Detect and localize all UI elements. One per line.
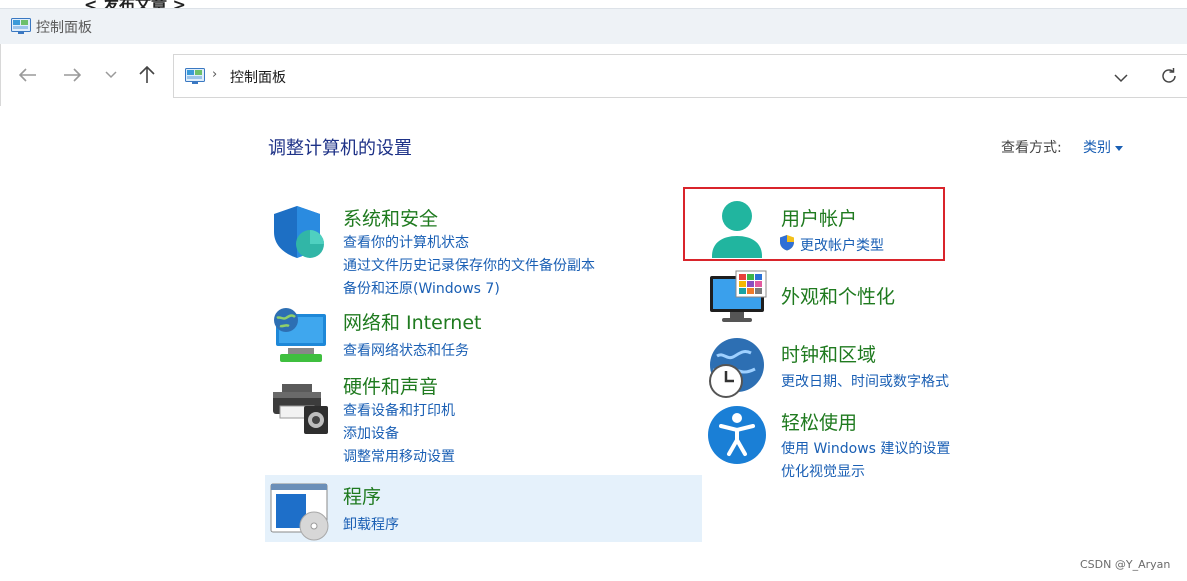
control-panel-icon — [185, 68, 205, 88]
programs-disc-icon[interactable] — [270, 482, 332, 546]
view-by-value[interactable]: 类别 — [1083, 140, 1111, 156]
recent-locations-chevron-icon[interactable] — [97, 61, 125, 89]
watermark: CSDN @Y_Aryan — [1080, 558, 1171, 571]
category-title[interactable]: 网络和 Internet — [343, 308, 481, 335]
dropdown-caret-icon[interactable] — [1115, 145, 1123, 151]
category-link[interactable]: 查看你的计算机状态 — [343, 232, 469, 252]
category-title[interactable]: 系统和安全 — [343, 204, 438, 231]
category-link[interactable]: 使用 Windows 建议的设置 — [781, 438, 950, 458]
background-window-strip: < 发布文章 > — [0, 0, 1187, 8]
view-by-dropdown[interactable]: 类别 — [1083, 137, 1123, 157]
category-link[interactable]: 优化视觉显示 — [781, 461, 865, 481]
category-title[interactable]: 时钟和区域 — [781, 340, 876, 367]
control-panel-content: 调整计算机的设置 查看方式: 类别 系统和安全 查看你的计算机状态 通过文件历史… — [0, 106, 1187, 581]
category-title[interactable]: 程序 — [343, 482, 381, 509]
printer-icon[interactable] — [270, 370, 330, 438]
category-link[interactable]: 查看网络状态和任务 — [343, 340, 469, 360]
navigation-bar: › 控制面板 — [0, 44, 1187, 106]
category-link[interactable]: 通过文件历史记录保存你的文件备份副本 — [343, 255, 595, 275]
breadcrumb-separator[interactable]: › — [212, 67, 217, 82]
refresh-icon[interactable] — [1160, 67, 1178, 89]
display-personalization-icon[interactable] — [708, 270, 768, 330]
category-title[interactable]: 外观和个性化 — [781, 282, 895, 309]
control-panel-icon — [11, 18, 31, 38]
window-title: 控制面板 — [36, 20, 92, 36]
back-arrow-icon[interactable] — [14, 61, 42, 89]
category-title[interactable]: 硬件和声音 — [343, 372, 438, 399]
view-by-label: 查看方式: — [1001, 140, 1062, 156]
address-bar[interactable]: › 控制面板 — [173, 54, 1187, 98]
category-link[interactable]: 更改日期、时间或数字格式 — [781, 371, 949, 391]
up-arrow-icon[interactable] — [133, 61, 161, 89]
category-link[interactable]: 卸载程序 — [343, 514, 399, 534]
network-globe-monitor-icon[interactable] — [270, 306, 330, 370]
category-title[interactable]: 轻松使用 — [781, 408, 857, 435]
title-bar: 控制面板 — [0, 8, 1187, 44]
category-link[interactable]: 添加设备 — [343, 423, 399, 443]
annotation-highlight-box — [683, 187, 945, 261]
address-dropdown-chevron-icon[interactable] — [1114, 68, 1128, 87]
shield-icon[interactable] — [270, 202, 330, 266]
category-link[interactable]: 调整常用移动设置 — [343, 446, 455, 466]
clock-globe-icon[interactable] — [705, 336, 769, 404]
background-article-title: < 发布文章 > — [84, 0, 186, 8]
page-title: 调整计算机的设置 — [268, 138, 412, 159]
accessibility-icon[interactable] — [706, 404, 768, 470]
breadcrumb-item[interactable]: 控制面板 — [230, 67, 286, 87]
forward-arrow-icon[interactable] — [58, 61, 86, 89]
category-link[interactable]: 备份和还原(Windows 7) — [343, 278, 500, 298]
category-link[interactable]: 查看设备和打印机 — [343, 400, 455, 420]
